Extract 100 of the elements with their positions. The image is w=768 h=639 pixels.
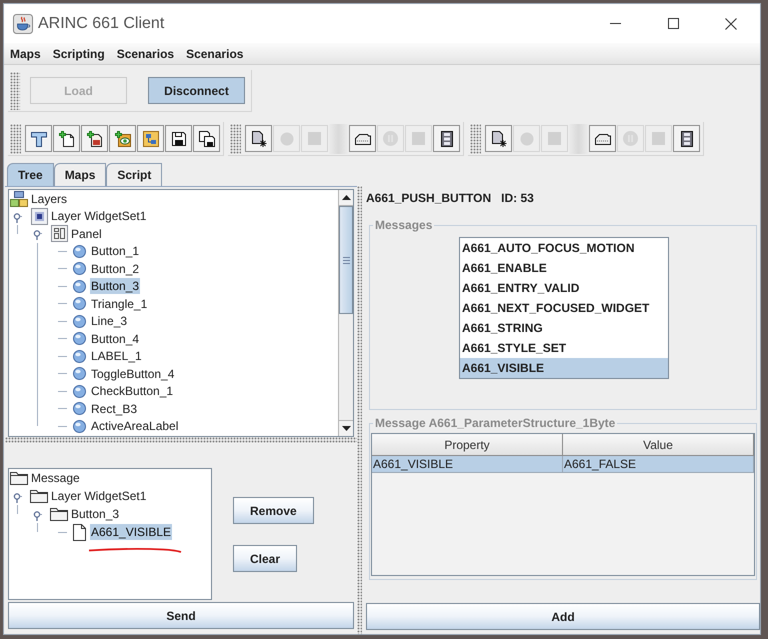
stop-icon [652, 132, 665, 145]
tree-item[interactable]: ActiveAreaLabel [90, 418, 180, 434]
tab[interactable]: Tree [7, 163, 54, 186]
coffee-cup-icon [13, 14, 33, 34]
scroll-up-button[interactable] [339, 190, 353, 206]
add-button[interactable]: Add [366, 603, 760, 630]
toolbar-button[interactable] [589, 125, 616, 152]
panel-icon [50, 225, 68, 242]
tree-item[interactable]: Message [30, 470, 81, 486]
window-title: ARINC 661 Client [38, 14, 164, 34]
menu-item[interactable]: Scripting [46, 44, 111, 62]
widget-type: A661_PUSH_BUTTON [366, 190, 492, 207]
toolbar-separator [329, 124, 348, 154]
tree-item[interactable]: Layer WidgetSet1 [50, 208, 148, 224]
toolbar-grip[interactable] [10, 124, 21, 154]
sphere-icon [72, 314, 86, 328]
toolbar-button[interactable] [433, 125, 460, 152]
sphere-icon [72, 332, 86, 346]
toolbar-grip[interactable] [470, 124, 481, 154]
hammer-icon [30, 130, 46, 146]
tree-item[interactable]: ToggleButton_4 [90, 366, 176, 382]
up-arrow-icon [342, 195, 350, 200]
toolbar-button[interactable] [165, 125, 192, 152]
tree-item[interactable]: Layer WidgetSet1 [50, 488, 148, 504]
record-icon [280, 132, 294, 146]
sphere-icon [72, 262, 86, 276]
group-title: Messages [374, 218, 434, 232]
tree-item[interactable]: Panel [70, 226, 103, 242]
column-header[interactable]: Value [563, 434, 754, 456]
film-strip-icon [440, 130, 452, 146]
table-cell: A661_FALSE [563, 456, 754, 472]
toolbar-separator [569, 124, 588, 154]
folder-icon [30, 489, 48, 503]
document-sparkle-icon [490, 130, 506, 146]
toolbar-button[interactable] [193, 125, 220, 152]
tab[interactable]: Script [106, 163, 162, 186]
stop-icon [308, 132, 321, 145]
remove-button[interactable]: Remove [233, 497, 314, 524]
close-icon[interactable] [725, 18, 737, 30]
minimize-icon[interactable] [610, 23, 620, 24]
menu-item[interactable]: Scenarios [180, 44, 250, 62]
list-item[interactable]: A661_VISIBLE [460, 358, 668, 378]
tree-item[interactable]: CheckButton_1 [90, 383, 174, 400]
tab[interactable]: Maps [54, 163, 106, 186]
tree-item[interactable]: Line_3 [90, 313, 128, 330]
sphere-icon [72, 297, 86, 310]
maximize-icon[interactable] [668, 18, 678, 29]
floppy-disks-icon [198, 130, 214, 146]
toolbar-button[interactable] [245, 125, 272, 152]
table-cell: A661_VISIBLE [372, 456, 563, 472]
disconnect-button[interactable]: Disconnect [148, 77, 245, 104]
clear-button[interactable]: Clear [233, 545, 298, 572]
column-header[interactable]: Property [372, 434, 563, 456]
tree-item[interactable]: A661_VISIBLE [90, 524, 172, 540]
table-row[interactable]: A661_VISIBLE A661_FALSE [372, 456, 754, 473]
group-title: Message A661_ParameterStructure_1Byte [374, 416, 616, 430]
tree-item[interactable]: Button_4 [90, 330, 140, 347]
film-strip-icon [680, 130, 692, 146]
toolbar-button[interactable] [485, 125, 512, 152]
layers-icon [10, 190, 28, 207]
tree-item[interactable]: LABEL_1 [90, 348, 143, 364]
pause-icon [623, 131, 638, 146]
toolbar-grip[interactable] [230, 124, 241, 154]
sphere-icon [72, 244, 86, 258]
scroll-down-button[interactable] [339, 420, 353, 436]
document-icon [72, 524, 86, 540]
folder-icon [50, 507, 68, 521]
sphere-icon [72, 350, 86, 363]
scrollbar-track[interactable] [338, 190, 353, 436]
pause-icon [383, 131, 398, 146]
sphere-icon [72, 384, 86, 398]
sphere-icon [72, 367, 86, 380]
tree-item[interactable]: Layers [30, 190, 68, 207]
toolbar-button[interactable] [81, 125, 108, 152]
script-plus-icon [86, 130, 102, 146]
send-button[interactable]: Send [8, 602, 354, 629]
document-plus-icon [58, 130, 74, 146]
menu-item[interactable]: Scenarios [110, 44, 180, 62]
document-sparkle-icon [250, 130, 266, 146]
tree-item[interactable]: Button_1 [90, 243, 140, 260]
tree-item[interactable]: Triangle_1 [90, 296, 148, 312]
scrollbar-thumb[interactable] [339, 206, 353, 314]
tree-item[interactable]: Button_2 [90, 260, 140, 277]
widget-id: ID: 53 [501, 190, 534, 207]
tray-icon [354, 132, 370, 144]
sphere-icon [72, 420, 86, 433]
toolbar-button[interactable] [25, 125, 52, 152]
toolbar-button[interactable] [53, 125, 80, 152]
tree-item[interactable]: Button_3 [90, 278, 140, 294]
stop-icon [548, 132, 561, 145]
toolbar-button[interactable] [673, 125, 700, 152]
tray-icon [594, 132, 610, 144]
tree-item[interactable]: Button_3 [70, 506, 120, 522]
toolbar-grip[interactable] [10, 72, 20, 110]
toolbar-button[interactable] [349, 125, 376, 152]
menu-item[interactable]: Maps [4, 44, 47, 62]
diagram-icon [142, 130, 158, 146]
layer-icon [30, 208, 48, 225]
tree-item[interactable]: Rect_B3 [90, 400, 138, 417]
stop-icon [412, 132, 425, 145]
